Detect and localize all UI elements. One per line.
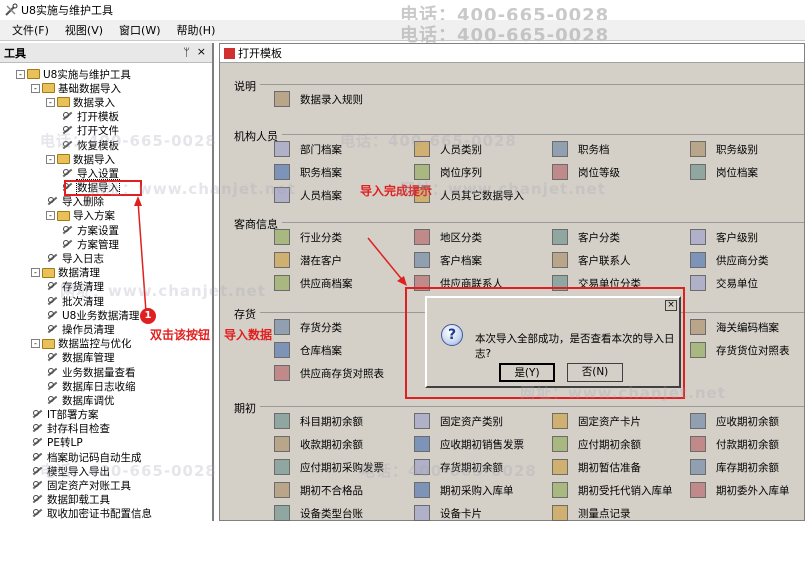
annotation-import-done: 导入完成提示 [360, 184, 433, 198]
annotation-arrows [134, 196, 407, 313]
arrow-head-node [134, 196, 142, 206]
arrow-to-node [137, 200, 147, 313]
arrow-head-dialog [397, 276, 407, 286]
step-badge: 1 [140, 308, 156, 324]
annotation-import-data: 导入数据 [224, 328, 273, 342]
arrow-to-dialog [367, 237, 405, 283]
bottom-area [0, 521, 805, 566]
annotation-double-click: 双击该按钮 [150, 328, 211, 342]
